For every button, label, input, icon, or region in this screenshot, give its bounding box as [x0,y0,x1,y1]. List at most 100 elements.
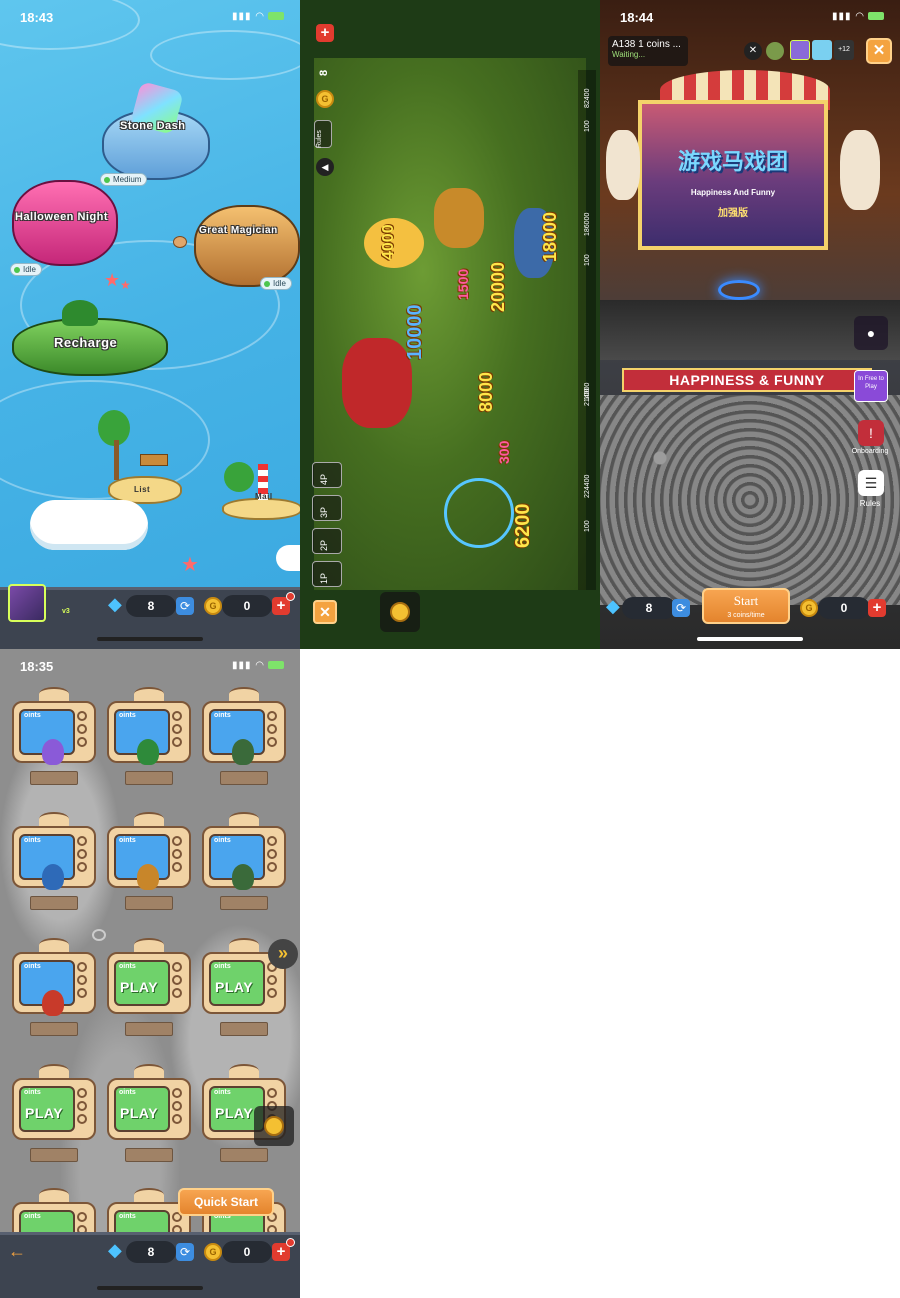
coin-pusher-screen: 18:44 ▮▮▮ ◠ A138 1 coins ... Waiting... … [600,0,900,649]
add-coins-button[interactable]: + [868,599,886,617]
close-icon[interactable]: ✕ [313,600,337,624]
coin-stack-icon[interactable] [254,1106,294,1146]
palm-tree-icon [224,462,254,492]
coin-icon: G [800,599,818,617]
starfish-icon: ★ [181,554,199,576]
fish-game-screen: + 8 G Rules ◀ 4000 1500 20000 18000 1000… [300,0,600,649]
back-arrow-icon[interactable]: ← [8,1241,26,1262]
stool [125,1148,173,1162]
player-slot-3p[interactable]: 3P [312,495,342,521]
stool [220,771,268,785]
tv-machine[interactable]: oints PLAY [107,1078,191,1140]
exchange-icon[interactable]: ⟳ [176,597,194,615]
status-icons: ▮▮▮ ◠ [232,660,284,671]
gems-count: 8 [622,597,676,619]
stool [125,896,173,910]
free-play-button[interactable]: In Free to Play [854,370,888,402]
avatar[interactable] [766,42,784,60]
island-shape [222,498,300,520]
points-label: oints [24,1089,41,1096]
island-map-screen: 18:43 ▮▮▮ ◠ Stone Dash Medium Halloween … [0,0,300,649]
palm-trunk [114,440,119,480]
tv-antenna [229,812,259,826]
tv-machine[interactable]: oints PLAY [107,952,191,1014]
player-character [232,864,254,890]
next-page-button[interactable]: » [268,939,298,969]
onboarding-label: Onboarding [851,448,889,455]
points-label: oints [214,963,231,970]
mute-icon[interactable]: ✕ [744,42,762,60]
quick-start-button[interactable]: Quick Start [178,1188,274,1216]
stool [125,771,173,785]
tv-knobs [75,960,89,1006]
battery-icon [268,12,284,21]
gem-icon: ◆ [108,1240,122,1260]
player-character [137,864,159,890]
tv-knobs [75,709,89,755]
battery-icon [868,12,884,21]
play-label: PLAY [120,1105,159,1121]
status-text: Medium [113,175,142,184]
tv-screen: oints PLAY [209,960,265,1006]
tv-machine[interactable]: oints PLAY [12,1078,96,1140]
player-slot-4p[interactable]: 4P [312,462,342,488]
extra-viewers[interactable]: +12 [834,40,854,60]
player-character [42,739,64,765]
player-slot-1p[interactable]: 1P [312,561,342,587]
battery-icon [268,661,284,670]
rules-icon[interactable]: ☰ [858,470,884,496]
stool [30,1148,78,1162]
stool [30,896,78,910]
screen-title-cn: 游戏马戏团 [677,149,788,174]
tv-knobs [170,834,184,880]
gems-count: 8 [126,595,176,617]
tv-antenna [134,1064,164,1078]
exchange-icon[interactable]: ⟳ [176,1243,194,1261]
player-character [232,739,254,765]
coin-icon: G [204,1243,222,1261]
alert-icon[interactable]: ! [858,420,884,446]
avatar[interactable] [8,584,46,622]
coins-count: 0 [818,597,870,619]
exchange-icon[interactable]: ⟳ [672,599,690,617]
score-label: 20000 [488,261,508,312]
status-time: 18:44 [620,10,654,25]
avatar[interactable] [812,40,832,60]
tv-screen: oints PLAY [114,1086,170,1132]
tv-antenna [39,687,69,701]
points-label: oints [214,837,231,844]
net-ring [444,478,514,548]
bear-decoration [606,130,640,200]
tv-antenna [39,812,69,826]
status-time: 18:43 [20,10,54,25]
points-label: oints [119,837,136,844]
player-character [42,864,64,890]
island-label: List [134,485,151,494]
coin-icon: G [204,597,222,615]
slot-label: 2P [319,539,329,551]
snail-icon [173,236,187,248]
speaker-icon[interactable]: ◀ [316,158,334,176]
status-icons: ▮▮▮ ◠ [832,11,884,22]
avatar[interactable] [790,40,810,60]
close-icon[interactable]: ✕ [866,38,892,64]
coin-stack-icon[interactable]: ● [854,316,888,350]
game-field[interactable] [314,58,586,590]
tv-knobs [170,709,184,755]
tv-knobs [75,1086,89,1132]
coin-stack-icon[interactable] [380,592,420,632]
tv-screen: oints PLAY [19,1086,75,1132]
add-coins-button[interactable]: + [316,24,334,42]
island-shape [194,205,300,287]
player-slot-2p[interactable]: 2P [312,528,342,554]
coin-counter: 8 [318,69,330,76]
status-time: 18:35 [20,659,54,674]
start-cost: 3 coins/time [727,612,765,619]
start-button[interactable]: Start 3 coins/time [702,588,790,624]
bear-decoration [840,130,880,210]
score-label: 10000 [404,304,426,360]
score-label: 6200 [512,503,534,549]
tv-knobs [170,960,184,1006]
notification-dot [286,1238,295,1247]
blue-light-ring [718,280,760,300]
